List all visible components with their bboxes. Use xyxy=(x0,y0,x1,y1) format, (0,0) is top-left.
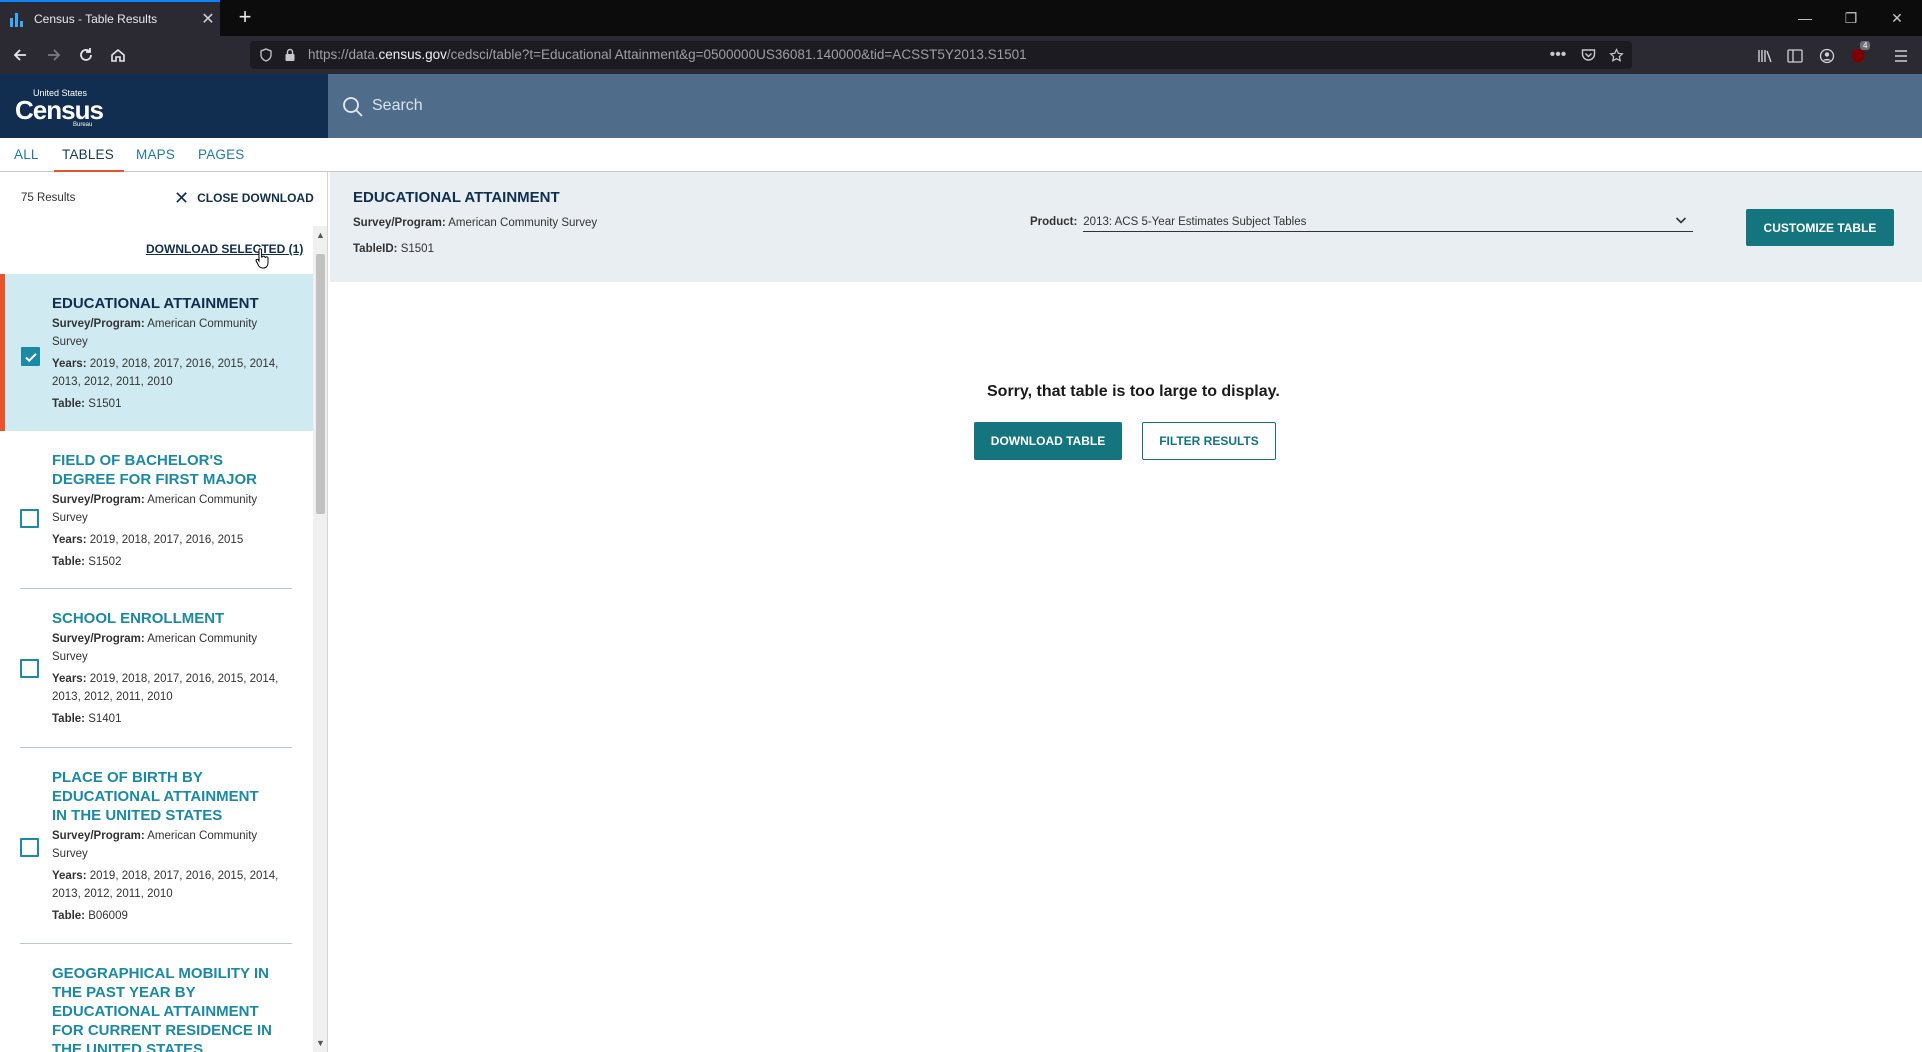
tab-pages[interactable]: PAGES xyxy=(198,147,245,162)
results-count: 75 Results xyxy=(21,192,76,204)
back-icon[interactable] xyxy=(6,42,34,68)
search-icon xyxy=(343,97,363,117)
customize-table-button[interactable]: CUSTOMIZE TABLE xyxy=(1746,209,1894,246)
browser-tab-bar: Census - Table Results ✕ + — ❐ ✕ xyxy=(0,0,1922,36)
forward-icon[interactable] xyxy=(40,42,68,68)
close-download-button[interactable]: ✕ CLOSE DOWNLOAD xyxy=(174,186,314,210)
library-icon[interactable] xyxy=(1754,45,1776,67)
item-table-id: Table: S1401 xyxy=(52,713,122,725)
extension-badge: 4 xyxy=(1860,41,1871,50)
browser-nav-bar: https://data.census.gov/cedsci/table?t=E… xyxy=(0,36,1922,74)
table-survey: Survey/Program: American Community Surve… xyxy=(353,217,598,229)
url-bar[interactable]: https://data.census.gov/cedsci/table?t=E… xyxy=(250,41,1632,69)
scroll-up-icon[interactable]: ▲ xyxy=(313,228,327,242)
restore-icon[interactable]: ❐ xyxy=(1828,0,1874,36)
tab-title: Census - Table Results xyxy=(34,12,158,26)
results-panel: 75 Results ✕ CLOSE DOWNLOAD DOWNLOAD SEL… xyxy=(0,172,328,1052)
browser-tab[interactable]: Census - Table Results ✕ xyxy=(0,0,220,36)
item-title[interactable]: GEOGRAPHICAL MOBILITY IN THE PAST YEAR B… xyxy=(52,964,277,1052)
results-list: EDUCATIONAL ATTAINMENT Survey/Program: A… xyxy=(0,274,313,1052)
home-icon[interactable] xyxy=(104,42,132,68)
product-selector: Product: 2013: ACS 5-Year Estimates Subj… xyxy=(1030,216,1694,232)
tab-all[interactable]: ALL xyxy=(14,147,39,162)
scroll-down-icon[interactable]: ▼ xyxy=(313,1036,327,1050)
search-bar xyxy=(328,74,1922,138)
item-years: Years: 2019, 2018, 2017, 2016, 2015 xyxy=(52,534,244,546)
table-title: EDUCATIONAL ATTAINMENT xyxy=(353,189,560,206)
tab-maps[interactable]: MAPS xyxy=(136,147,175,162)
filter-results-button[interactable]: FILTER RESULTS xyxy=(1142,422,1276,460)
ublock-extension-icon[interactable]: 4 xyxy=(1848,41,1871,67)
census-header-logo-area: United States Census Bureau xyxy=(0,74,328,138)
shield-icon[interactable] xyxy=(256,45,276,65)
chevron-down-icon xyxy=(1676,217,1687,224)
list-item[interactable]: EDUCATIONAL ATTAINMENT Survey/Program: A… xyxy=(0,274,313,431)
hand-cursor-icon xyxy=(255,248,269,269)
download-table-button[interactable]: DOWNLOAD TABLE xyxy=(974,422,1122,460)
item-survey: Survey/Program: American Community Surve… xyxy=(52,318,258,348)
item-survey: Survey/Program: American Community Surve… xyxy=(52,633,258,663)
list-item[interactable]: GEOGRAPHICAL MOBILITY IN THE PAST YEAR B… xyxy=(20,944,292,1052)
item-title[interactable]: EDUCATIONAL ATTAINMENT xyxy=(52,294,313,313)
list-item[interactable]: FIELD OF BACHELOR'S DEGREE FOR FIRST MAJ… xyxy=(20,431,292,589)
tab-tables[interactable]: TABLES xyxy=(54,147,124,173)
item-table-id: Table: S1501 xyxy=(52,398,122,410)
census-favicon-icon xyxy=(10,11,26,27)
bookmark-star-icon[interactable] xyxy=(1606,45,1626,65)
more-actions-icon[interactable]: ••• xyxy=(1548,45,1568,65)
minimize-icon[interactable]: — xyxy=(1782,0,1828,36)
category-tabs: ALL TABLES MAPS PAGES xyxy=(0,138,1922,173)
item-years: Years: 2019, 2018, 2017, 2016, 2015, 201… xyxy=(52,673,279,703)
scroll-thumb[interactable] xyxy=(316,254,325,514)
item-table-id: Table: B06009 xyxy=(52,910,128,922)
item-years: Years: 2019, 2018, 2017, 2016, 2015, 201… xyxy=(52,870,279,900)
item-table-id: Table: S1502 xyxy=(52,556,122,568)
results-scrollbar[interactable]: ▲ ▼ xyxy=(313,226,327,1052)
item-survey: Survey/Program: American Community Surve… xyxy=(52,830,258,860)
table-id: TableID: S1501 xyxy=(353,243,434,255)
account-icon[interactable] xyxy=(1816,45,1838,67)
tab-close-icon[interactable]: ✕ xyxy=(196,9,220,29)
url-text: https://data.census.gov/cedsci/table?t=E… xyxy=(308,47,1027,62)
item-title[interactable]: SCHOOL ENROLLMENT xyxy=(52,609,292,628)
table-header: EDUCATIONAL ATTAINMENT Survey/Program: A… xyxy=(330,172,1922,282)
new-tab-icon[interactable]: + xyxy=(232,5,258,31)
pocket-icon[interactable] xyxy=(1578,45,1598,65)
reload-icon[interactable] xyxy=(72,42,100,68)
item-title[interactable]: PLACE OF BIRTH BY EDUCATIONAL ATTAINMENT… xyxy=(52,768,277,825)
list-item[interactable]: PLACE OF BIRTH BY EDUCATIONAL ATTAINMENT… xyxy=(20,748,292,944)
product-dropdown[interactable]: 2013: ACS 5-Year Estimates Subject Table… xyxy=(1083,216,1694,232)
list-item[interactable]: SCHOOL ENROLLMENT Survey/Program: Americ… xyxy=(20,589,292,748)
search-input[interactable] xyxy=(372,90,1872,122)
item-survey: Survey/Program: American Community Surve… xyxy=(52,494,258,524)
close-icon: ✕ xyxy=(174,187,190,208)
item-title[interactable]: FIELD OF BACHELOR'S DEGREE FOR FIRST MAJ… xyxy=(52,451,272,489)
sidebar-icon[interactable] xyxy=(1784,45,1806,67)
window-close-icon[interactable]: ✕ xyxy=(1874,0,1920,36)
lock-icon[interactable] xyxy=(280,45,300,65)
menu-icon[interactable] xyxy=(1890,45,1912,67)
item-years: Years: 2019, 2018, 2017, 2016, 2015, 201… xyxy=(52,358,279,388)
download-selected-link[interactable]: DOWNLOAD SELECTED (1) xyxy=(146,242,303,256)
